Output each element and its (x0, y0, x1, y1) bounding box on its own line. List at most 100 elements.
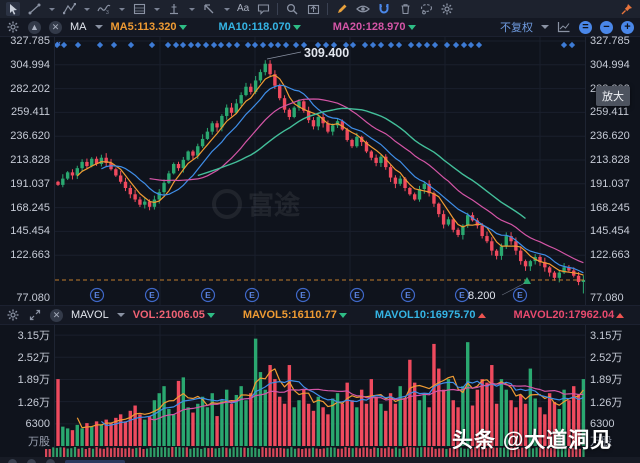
price-tick-label: 304.994 (590, 59, 630, 71)
volume-tick-label: 6300 (26, 418, 50, 430)
price-tick-label: 259.411 (590, 106, 629, 118)
price-tick-label: 145.454 (10, 225, 50, 237)
magnet-snap-icon[interactable] (377, 2, 391, 16)
vertical-line-tool-icon[interactable] (167, 2, 181, 16)
ma10-change-down-icon (293, 25, 301, 30)
svg-text:E: E (459, 290, 465, 300)
volume-indicator-bar: ✕ MAVOL VOL:21006.05 MAVOL5:16110.77 MAV… (0, 305, 640, 325)
gann-box-tool-icon[interactable] (132, 2, 146, 16)
svg-text:309.400: 309.400 (304, 46, 349, 60)
ma5-change-down-icon (179, 25, 187, 30)
price-tick-label: 191.037 (590, 178, 630, 190)
svg-text:«: « (56, 38, 61, 48)
price-tick-label: 122.663 (10, 249, 50, 261)
brand-watermark: 头条 @大道洞见 (452, 424, 612, 454)
zoom-in-button[interactable]: + (621, 21, 634, 34)
svg-text:3: 3 (106, 10, 109, 15)
search-icon[interactable] (285, 2, 299, 16)
toolbar-divider (327, 3, 328, 15)
arrow-tool-icon[interactable] (202, 2, 216, 16)
main-indicator-bar: ▲ ✕ MA MA5:113.320 MA10:118.070 MA20:128… (0, 18, 640, 37)
axis-scale-icon[interactable] (557, 20, 571, 34)
price-tick-label: 145.454 (590, 225, 630, 237)
price-tick-label: 191.037 (10, 178, 50, 190)
zoom-in-tooltip: 放大 (596, 86, 630, 106)
toolbar-divider (277, 3, 278, 15)
main-chart-pane[interactable]: 327.785304.994282.202259.411236.620213.8… (0, 37, 640, 305)
screenshot-export-icon[interactable] (306, 2, 320, 16)
pointer-tool-icon[interactable] (6, 2, 20, 16)
price-tick-label: 327.785 (10, 35, 50, 47)
auto-scale-button[interactable]: = (579, 21, 592, 34)
zoom-out-button[interactable]: − (600, 21, 613, 34)
callout-tool-icon[interactable] (256, 2, 270, 16)
vline-dropdown-icon[interactable] (189, 8, 195, 11)
text-tool-icon[interactable]: Aa (237, 2, 249, 16)
trendline-tool-icon[interactable] (27, 2, 41, 16)
volume-tick-label: 3.15万 (590, 327, 622, 343)
ma20-change-down-icon (408, 25, 416, 30)
price-axis-left: 327.785304.994282.202259.411236.620213.8… (0, 37, 55, 305)
platform-logo-icon (212, 189, 242, 219)
pin-toolbar-icon[interactable] (620, 2, 634, 16)
price-tick-label: 168.245 (590, 202, 630, 214)
candlestick-chart-canvas[interactable]: «309.400EEEEEEEEE8.200 (55, 37, 585, 305)
drawing-toolbar: 3 Aa (0, 0, 640, 18)
lasso-select-icon[interactable] (419, 2, 433, 16)
mavol20-value[interactable]: MAVOL20:17962.04 (514, 309, 625, 321)
ma20-value[interactable]: MA20:128.970 (333, 21, 416, 33)
trash-icon[interactable] (398, 2, 412, 16)
mavol5-value[interactable]: MAVOL5:16110.77 (243, 309, 347, 321)
volume-tick-label: 1.89万 (590, 371, 622, 387)
volume-tick-label: 1.26万 (590, 394, 622, 410)
svg-text:E: E (300, 290, 306, 300)
price-tick-label: 77.080 (590, 292, 624, 304)
close-pane-icon[interactable]: ✕ (49, 21, 62, 34)
eye-visibility-icon[interactable] (356, 2, 370, 16)
trendline-dropdown-icon[interactable] (49, 8, 55, 11)
svg-text:8.200: 8.200 (468, 290, 496, 302)
mavol10-change-up-icon (478, 313, 486, 318)
ma10-value[interactable]: MA10:118.070 (219, 21, 301, 33)
svg-text:E: E (94, 290, 100, 300)
mavol5-change-down-icon (339, 313, 347, 318)
price-tick-label: 327.785 (590, 35, 630, 47)
price-tick-label: 236.620 (10, 130, 50, 142)
polyline-tool-icon[interactable] (62, 2, 76, 16)
polyline-dropdown-icon[interactable] (84, 8, 90, 11)
drawing-settings-gear-icon[interactable] (440, 2, 454, 16)
next-pane-header-partial (0, 457, 640, 463)
svg-text:E: E (405, 290, 411, 300)
partial-expand-icon[interactable] (27, 459, 36, 463)
partial-close-icon[interactable] (46, 459, 55, 463)
volume-settings-gear-icon[interactable] (6, 308, 20, 322)
volume-tick-label: 2.52万 (590, 349, 622, 365)
gann-dropdown-icon[interactable] (154, 8, 160, 11)
mavol-selector[interactable]: MAVOL (71, 309, 109, 321)
svg-text:E: E (205, 290, 211, 300)
price-tick-label: 77.080 (16, 292, 50, 304)
arrow-dropdown-icon[interactable] (224, 8, 230, 11)
expand-pane-icon[interactable] (28, 308, 42, 322)
partial-gear-icon[interactable] (8, 459, 17, 463)
close-volume-pane-icon[interactable]: ✕ (50, 309, 63, 322)
mavol-selector-chevron-icon[interactable] (117, 313, 125, 317)
ma5-value[interactable]: MA5:113.320 (111, 21, 187, 33)
pencil-edit-icon[interactable] (335, 2, 349, 16)
adjust-mode-chevron-icon[interactable] (541, 25, 549, 29)
wave-tool-icon[interactable]: 3 (97, 2, 111, 16)
price-tick-label: 213.828 (10, 154, 50, 166)
ma-selector-chevron-icon[interactable] (95, 25, 103, 29)
price-tick-label: 304.994 (10, 59, 50, 71)
ma-selector[interactable]: MA (70, 21, 87, 33)
svg-text:E: E (249, 290, 255, 300)
stock-chart-window: 3 Aa (0, 0, 640, 463)
vol-value[interactable]: VOL:21006.05 (133, 309, 215, 321)
indicator-settings-gear-icon[interactable] (6, 20, 20, 34)
adjust-mode-select[interactable]: 不复权 (500, 19, 533, 35)
mavol10-value[interactable]: MAVOL10:16975.70 (375, 309, 486, 321)
wave-dropdown-icon[interactable] (119, 8, 125, 11)
collapse-pane-icon[interactable]: ▲ (28, 21, 41, 34)
volume-axis-left: 3.15万2.52万1.89万1.26万6300万股 (0, 325, 55, 447)
mavol20-change-up-icon (616, 313, 624, 318)
